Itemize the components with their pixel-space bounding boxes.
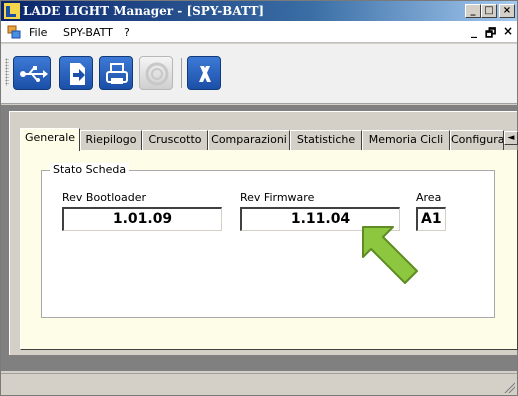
record-button[interactable] [139, 56, 173, 90]
app-icon [4, 3, 20, 19]
rev-bootloader-label: Rev Bootloader [62, 191, 147, 204]
usb-icon [20, 66, 48, 82]
tab-configura[interactable]: Configura [450, 130, 504, 150]
menu-spy-batt[interactable]: SPY-BATT [63, 26, 113, 39]
toolbar-separator [181, 58, 182, 88]
child-close-button[interactable]: × [503, 24, 513, 38]
toolbar [1, 44, 517, 104]
print-button[interactable] [99, 56, 133, 90]
annotation-arrow-icon [362, 226, 418, 284]
app-window: LADE LIGHT Manager - [SPY-BATT] _ □ × Fi… [0, 0, 518, 396]
export-button[interactable] [59, 56, 93, 90]
tab-strip: Generale Riepilogo Cruscotto Comparazion… [20, 128, 518, 151]
rev-bootloader-field: 1.01.09 [62, 207, 222, 231]
tab-scroll-left-button[interactable]: ◄ [504, 131, 518, 145]
cancel-button[interactable] [187, 56, 221, 90]
document-icon[interactable] [7, 25, 21, 39]
spy-batt-child-window: Generale Riepilogo Cruscotto Comparazion… [9, 111, 518, 355]
stato-scheda-group: Stato Scheda Rev Bootloader 1.01.09 Rev … [41, 163, 495, 318]
record-icon [145, 62, 169, 86]
group-title: Stato Scheda [50, 163, 130, 176]
close-button[interactable]: × [499, 4, 515, 18]
rev-firmware-label: Rev Firmware [240, 191, 315, 204]
tab-page-generale: Stato Scheda Rev Bootloader 1.01.09 Rev … [20, 150, 518, 350]
mdi-area: Generale Riepilogo Cruscotto Comparazion… [1, 105, 518, 371]
window-title: LADE LIGHT Manager - [SPY-BATT] [23, 4, 265, 18]
menu-bar: File SPY-BATT ? _ 🗗 × [1, 21, 517, 43]
title-bar[interactable]: LADE LIGHT Manager - [SPY-BATT] _ □ × [1, 1, 517, 21]
menu-file[interactable]: File [29, 26, 47, 39]
child-minimize-button[interactable]: _ [471, 24, 477, 38]
toolbar-grip[interactable] [5, 58, 9, 86]
tab-generale[interactable]: Generale [20, 128, 80, 151]
area-label: Area [416, 191, 442, 204]
usb-connect-button[interactable] [13, 56, 51, 90]
print-icon [106, 63, 128, 84]
tab-memoria-cicli[interactable]: Memoria Cicli [362, 130, 450, 150]
export-icon [70, 63, 85, 85]
resize-grip[interactable] [503, 381, 515, 393]
minimize-button[interactable]: _ [465, 4, 481, 18]
tab-statistiche[interactable]: Statistiche [290, 130, 362, 150]
tab-cruscotto[interactable]: Cruscotto [142, 130, 208, 150]
menu-help[interactable]: ? [124, 26, 130, 39]
maximize-button[interactable]: □ [481, 4, 497, 18]
status-bar [1, 373, 517, 395]
tab-comparazioni[interactable]: Comparazioni [208, 130, 290, 150]
child-restore-button[interactable]: 🗗 [485, 24, 496, 45]
cancel-icon [199, 66, 211, 82]
tab-riepilogo[interactable]: Riepilogo [80, 130, 142, 150]
